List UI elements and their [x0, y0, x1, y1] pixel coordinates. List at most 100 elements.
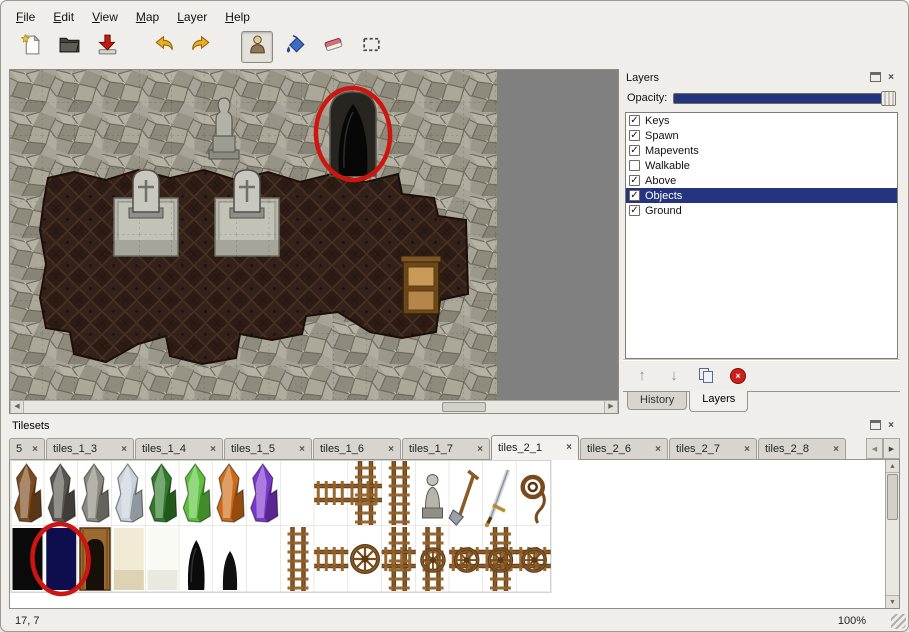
tile-grid-overlay [10, 70, 497, 400]
person-stamp-tool-button[interactable] [241, 31, 273, 63]
tab-close-icon[interactable]: × [388, 444, 394, 455]
opacity-row: Opacity: [623, 87, 900, 109]
layer-label: Walkable [645, 160, 690, 172]
lower-layer-button[interactable]: ↓ [663, 365, 685, 387]
layer-row-spawn[interactable]: ✓ Spawn [626, 128, 897, 143]
menu-map[interactable]: Map [127, 7, 168, 27]
zoom-level: 100% [838, 615, 866, 627]
layer-row-keys[interactable]: ✓ Keys [626, 113, 897, 128]
layer-visibility-checkbox[interactable]: ✓ [629, 130, 640, 141]
map-horizontal-scrollbar[interactable]: ◀ ▶ [10, 400, 618, 413]
layer-visibility-checkbox[interactable]: ✓ [629, 175, 640, 186]
check-icon: ✓ [630, 191, 638, 200]
layer-visibility-checkbox[interactable]: ✓ [629, 115, 640, 126]
tile-white[interactable] [148, 528, 178, 590]
float-panel-icon[interactable] [870, 420, 881, 430]
tab-scroll-left-button[interactable]: ◀ [866, 438, 883, 459]
rect-select-tool-button[interactable] [355, 31, 387, 63]
opacity-slider[interactable] [673, 93, 896, 104]
menu-help[interactable]: Help [216, 7, 259, 27]
scroll-up-button[interactable]: ▲ [886, 460, 899, 473]
tileset-tab-6[interactable]: tiles_2_1 × [491, 435, 579, 460]
tab-history[interactable]: History [627, 392, 687, 410]
menu-layer[interactable]: Layer [168, 7, 216, 27]
scroll-right-button[interactable]: ▶ [604, 401, 618, 413]
tab-close-icon[interactable]: × [32, 444, 38, 455]
tileset-tab-label: tiles_1_5 [231, 443, 293, 455]
tilesets-panel-title: Tilesets [12, 420, 870, 432]
layer-visibility-checkbox[interactable]: ✓ [629, 145, 640, 156]
tab-close-icon[interactable]: × [833, 444, 839, 455]
tileset-tab-0[interactable]: 5× [9, 438, 45, 459]
tileset-tab-label: tiles_2_1 [498, 442, 560, 454]
tileset-tab-3[interactable]: tiles_1_5 × [224, 438, 312, 459]
layers-panel-header: Layers × [623, 69, 900, 87]
layer-visibility-checkbox[interactable]: ✓ [629, 205, 640, 216]
scroll-left-button[interactable]: ◀ [10, 401, 24, 413]
tileset-tab-4[interactable]: tiles_1_6× [313, 438, 401, 459]
float-panel-icon[interactable] [870, 72, 881, 82]
open-folder-button[interactable] [53, 31, 85, 63]
tile-track-wheel-2[interactable] [449, 547, 483, 571]
layer-row-mapevents[interactable]: ✓ Mapevents [626, 143, 897, 158]
opacity-slider-thumb[interactable] [881, 91, 896, 106]
tileset-tab-1[interactable]: tiles_1_3× [46, 438, 134, 459]
layer-visibility-checkbox[interactable]: ✓ [629, 190, 640, 201]
tileset-view: ▲ ▼ [9, 460, 900, 609]
tile-navy-selected[interactable] [46, 528, 76, 590]
new-file-button[interactable] [15, 31, 47, 63]
raise-layer-button[interactable]: ↑ [631, 365, 653, 387]
resize-grip[interactable] [891, 614, 906, 629]
cursor-position: 17, 7 [15, 615, 838, 627]
layer-visibility-checkbox[interactable]: ✓ [629, 160, 640, 171]
scrollbar-thumb[interactable] [887, 474, 898, 520]
layer-row-ground[interactable]: ✓ Ground [626, 203, 897, 218]
undo-button[interactable] [147, 31, 179, 63]
tab-close-icon[interactable]: × [299, 444, 305, 455]
tab-close-icon[interactable]: × [210, 444, 216, 455]
save-button[interactable] [91, 31, 123, 63]
status-bar: 17, 7 100% [1, 610, 908, 631]
menu-file[interactable]: File [7, 7, 44, 27]
menu-edit[interactable]: Edit [44, 7, 83, 27]
tileset-tab-9[interactable]: tiles_2_8× [758, 438, 846, 459]
scrollbar-track[interactable] [886, 473, 899, 595]
tileset-tab-7[interactable]: tiles_2_6 × [580, 438, 668, 459]
layer-list: ✓ Keys ✓ Spawn ✓ Mapevents ✓ Walkable ✓ … [625, 112, 898, 359]
tab-close-icon[interactable]: × [744, 444, 750, 455]
fill-bucket-tool-button[interactable] [279, 31, 311, 63]
menu-view[interactable]: View [83, 7, 127, 27]
map-viewport[interactable]: ◀ ▶ [9, 69, 619, 414]
tab-layers[interactable]: Layers [689, 391, 748, 412]
close-panel-icon[interactable]: × [885, 72, 897, 84]
map-canvas[interactable] [10, 70, 618, 400]
tileset-tab-2[interactable]: tiles_1_4× [135, 438, 223, 459]
duplicate-layer-button[interactable] [695, 365, 717, 387]
layer-row-walkable[interactable]: ✓ Walkable [626, 158, 897, 173]
tileset-canvas[interactable] [10, 460, 885, 606]
eraser-tool-button[interactable] [317, 31, 349, 63]
tab-close-icon[interactable]: × [655, 444, 661, 455]
scrollbar-track[interactable] [24, 401, 604, 413]
redo-button[interactable] [185, 31, 217, 63]
tab-scroll-right-button[interactable]: ▶ [883, 438, 900, 459]
layer-row-objects[interactable]: ✓ Objects [626, 188, 897, 203]
tombstone-2 [230, 170, 264, 218]
scroll-down-button[interactable]: ▼ [886, 595, 899, 608]
tileset-tab-label: tiles_1_7 [409, 443, 471, 455]
tileset-tab-5[interactable]: tiles_1_7 × [402, 438, 490, 459]
tileset-tab-8[interactable]: tiles_2_7× [669, 438, 757, 459]
close-panel-icon[interactable]: × [885, 420, 897, 432]
tab-close-icon[interactable]: × [477, 444, 483, 455]
scrollbar-thumb[interactable] [442, 402, 486, 412]
tile-cream[interactable] [114, 528, 144, 590]
tileset-vertical-scrollbar[interactable]: ▲ ▼ [885, 460, 899, 608]
tileset-tab-label: tiles_2_6 [587, 443, 649, 455]
person-stamp-icon [246, 33, 269, 61]
tab-close-icon[interactable]: × [121, 444, 127, 455]
layer-row-above[interactable]: ✓ Above [626, 173, 897, 188]
delete-layer-button[interactable]: × [727, 365, 749, 387]
tab-close-icon[interactable]: × [566, 442, 572, 453]
tile-track-wheel-4[interactable] [517, 547, 551, 571]
tile-wagon-wheel[interactable] [352, 546, 378, 572]
